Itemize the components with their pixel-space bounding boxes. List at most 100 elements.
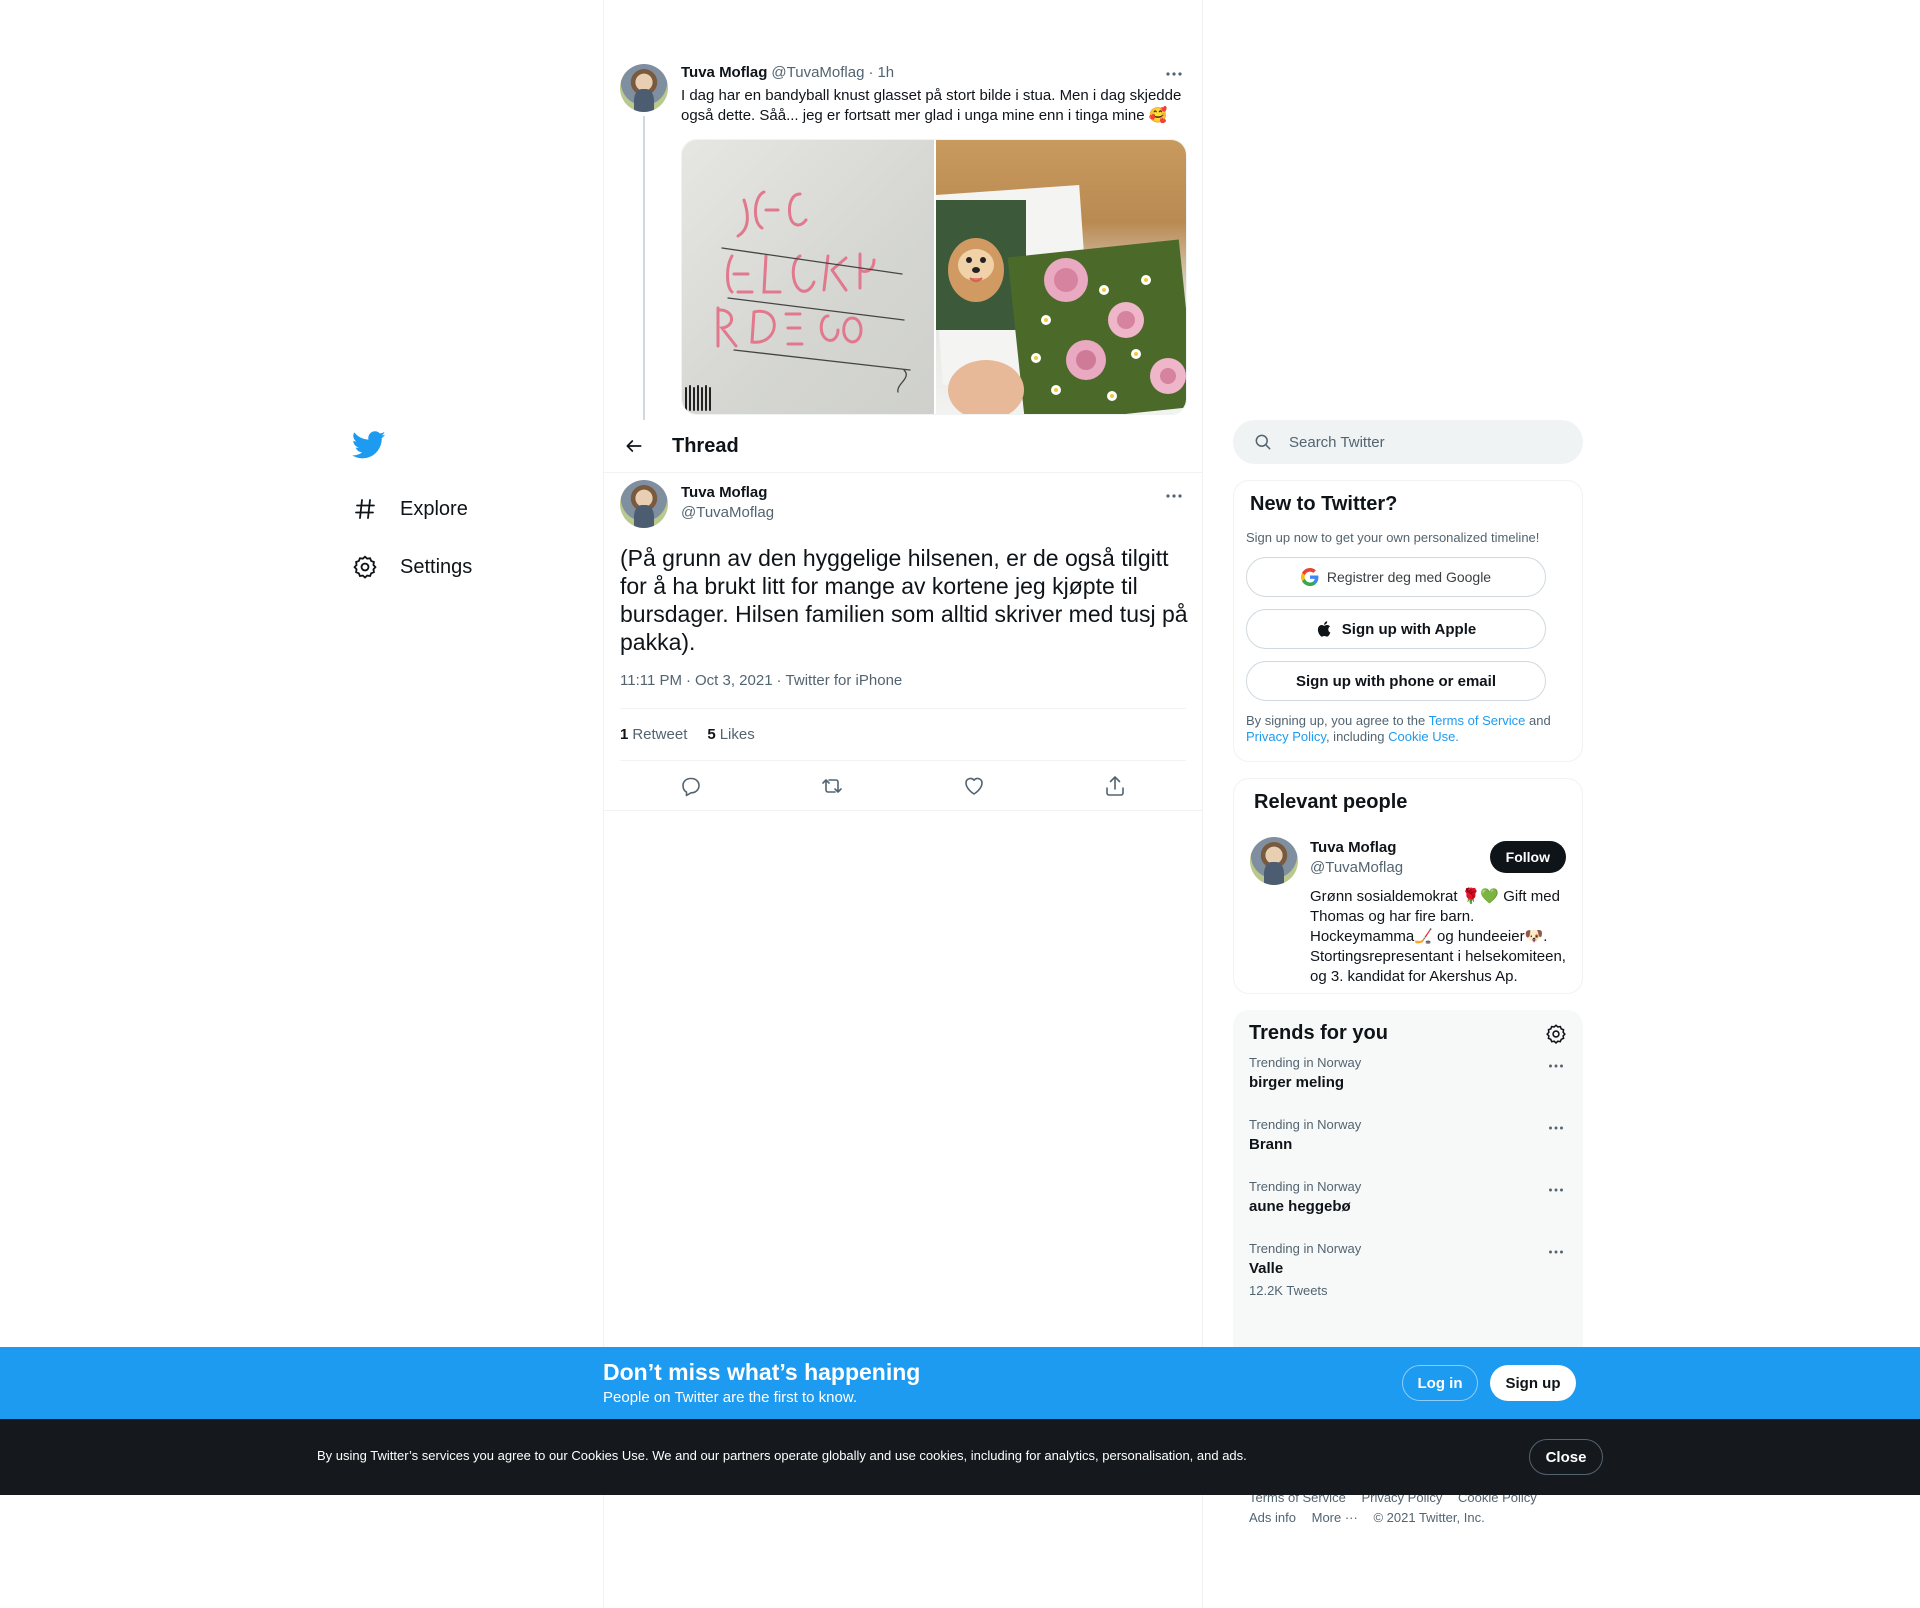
separator: ·	[868, 64, 874, 81]
trend-category: Trending in Norway	[1249, 1241, 1362, 1256]
close-button[interactable]: Close	[1529, 1439, 1603, 1475]
phone-email-signup-button[interactable]: Sign up with phone or email	[1246, 661, 1546, 701]
separator: ·	[685, 672, 691, 689]
trend-name: birger meling	[1249, 1074, 1345, 1091]
trend-item[interactable]: Trending in Norway Brann	[1233, 1107, 1583, 1169]
card-illustration	[929, 184, 1186, 414]
thread-connector-line	[643, 116, 645, 420]
avatar[interactable]	[620, 64, 668, 112]
trend-category: Trending in Norway	[1249, 1179, 1362, 1194]
avatar[interactable]	[620, 480, 668, 528]
like-heart-icon[interactable]	[962, 774, 986, 798]
person-bio: Grønn sosialdemokrat 🌹💚 Gift med Thomas …	[1310, 888, 1566, 985]
follow-button[interactable]: Follow	[1489, 841, 1566, 873]
trend-name: aune heggebø	[1249, 1198, 1351, 1215]
prompt-subtitle: People on Twitter are the first to know.	[603, 1389, 858, 1406]
separator: ·	[776, 672, 782, 689]
legal-text: , including	[1325, 729, 1389, 744]
media-photo-card-with-dog[interactable]	[929, 140, 1186, 414]
page-title: Thread	[672, 434, 739, 457]
tweet-actions	[620, 762, 1186, 810]
more-options-icon[interactable]	[1545, 1117, 1567, 1139]
search-input[interactable]: Search Twitter	[1233, 420, 1583, 464]
cookie-text: By using Twitter’s services you agree to…	[317, 1448, 1247, 1463]
share-icon[interactable]	[1103, 774, 1127, 798]
tweet-date[interactable]: Oct 3, 2021	[695, 672, 773, 689]
trends-header: Trends for you	[1233, 1022, 1583, 1045]
like-count: 5	[707, 726, 716, 743]
more-options-icon[interactable]	[1545, 1179, 1567, 1201]
reply-icon[interactable]	[679, 774, 703, 798]
button-label: Sign up with Apple	[1341, 620, 1477, 638]
hashtag-icon	[350, 494, 380, 524]
relevant-people-card: Relevant people Tuva Moflag @TuvaMoflag …	[1233, 778, 1583, 994]
more-options-icon[interactable]	[1162, 484, 1186, 508]
nav-item-explore[interactable]: Explore	[350, 480, 590, 538]
divider	[604, 810, 1202, 811]
footer-ads-info-link[interactable]: Ads info	[1249, 1510, 1296, 1525]
signup-prompt-bar: Don’t miss what’s happening People on Tw…	[0, 1347, 1920, 1419]
trend-item[interactable]: Trending in Norway birger meling	[1233, 1045, 1583, 1107]
back-arrow-icon[interactable]	[616, 428, 652, 464]
apple-logo-icon	[1316, 620, 1334, 638]
search-placeholder: Search Twitter	[1289, 433, 1385, 451]
card-subtitle: Sign up now to get your own personalized…	[1246, 530, 1540, 545]
person-handle[interactable]: @TuvaMoflag	[1310, 859, 1403, 876]
login-button[interactable]: Log in	[1402, 1365, 1478, 1401]
more-options-icon[interactable]	[1545, 1241, 1567, 1263]
footer-more-link[interactable]: More ···	[1312, 1510, 1358, 1525]
retweet-icon[interactable]	[820, 774, 844, 798]
tweet-time[interactable]: 1h	[877, 64, 894, 81]
person-name[interactable]: Tuva Moflag	[1310, 839, 1396, 856]
trends-card: Trends for you Trending in Norway birger…	[1233, 1010, 1583, 1370]
tweet-text: (På grunn av den hyggelige hilsenen, er …	[620, 545, 1188, 655]
handwriting-illustration	[685, 190, 911, 411]
legal-text: and	[1525, 713, 1551, 728]
trend-name: Valle	[1249, 1260, 1284, 1277]
avatar[interactable]	[1250, 837, 1298, 885]
nav-item-label: Settings	[400, 555, 473, 578]
apple-signup-button[interactable]: Sign up with Apple	[1246, 609, 1546, 649]
cookie-consent-bar: By using Twitter’s services you agree to…	[0, 1419, 1920, 1495]
right-sidebar: Search Twitter New to Twitter? Sign up n…	[1233, 420, 1583, 1370]
more-options-icon[interactable]	[1545, 1055, 1567, 1077]
tweet-media	[681, 139, 1187, 415]
trend-item[interactable]: Trending in Norway aune heggebø	[1233, 1169, 1583, 1231]
trend-category: Trending in Norway	[1249, 1117, 1362, 1132]
prompt-title: Don’t miss what’s happening	[603, 1359, 921, 1385]
retweet-label: Retweet	[632, 726, 688, 743]
tweet-header: Tuva Moflag @TuvaMoflag · 1h	[681, 64, 894, 81]
trend-tweet-count: 12.2K Tweets	[1249, 1283, 1328, 1298]
twitter-bird-icon[interactable]	[352, 428, 386, 462]
signup-legal-text: By signing up, you agree to the Terms of…	[1246, 713, 1570, 745]
author-handle[interactable]: @TuvaMoflag	[681, 504, 774, 521]
nav-item-label: Explore	[400, 497, 468, 520]
footer-copyright: © 2021 Twitter, Inc.	[1373, 1510, 1485, 1525]
trend-name: Brann	[1249, 1136, 1293, 1153]
google-signup-button[interactable]: Registrer deg med Google	[1246, 557, 1546, 597]
tweet-time[interactable]: 11:11 PM	[620, 672, 682, 689]
gear-icon	[350, 552, 380, 582]
tweet-stats: 1 Retweet 5 Likes	[620, 708, 1186, 761]
author-handle[interactable]: @TuvaMoflag	[771, 64, 864, 81]
card-title: New to Twitter?	[1250, 493, 1398, 515]
like-stat[interactable]: 5 Likes	[707, 726, 754, 743]
author-name[interactable]: Tuva Moflag	[681, 64, 767, 81]
nav-item-settings[interactable]: Settings	[350, 538, 590, 596]
like-label: Likes	[719, 726, 755, 743]
card-title: Relevant people	[1254, 791, 1408, 813]
tweet-source[interactable]: Twitter for iPhone	[786, 672, 903, 689]
tweet-metadata: 11:11 PM · Oct 3, 2021 · Twitter for iPh…	[620, 672, 902, 689]
privacy-policy-link[interactable]: Privacy Policy	[1246, 729, 1326, 744]
parent-tweet[interactable]: Tuva Moflag @TuvaMoflag · 1h I dag har e…	[604, 0, 1202, 420]
gear-icon[interactable]	[1545, 1023, 1567, 1045]
cookie-use-link[interactable]: Cookie Use.	[1388, 729, 1459, 744]
retweet-stat[interactable]: 1 Retweet	[620, 726, 687, 743]
trend-item[interactable]: Trending in Norway Valle 12.2K Tweets	[1233, 1231, 1583, 1298]
terms-of-service-link[interactable]: Terms of Service	[1429, 713, 1526, 728]
retweet-count: 1	[620, 726, 629, 743]
more-options-icon[interactable]	[1162, 62, 1186, 86]
author-name[interactable]: Tuva Moflag	[681, 484, 767, 501]
signup-button[interactable]: Sign up	[1490, 1365, 1576, 1401]
media-photo-handwritten-card[interactable]	[682, 140, 934, 414]
